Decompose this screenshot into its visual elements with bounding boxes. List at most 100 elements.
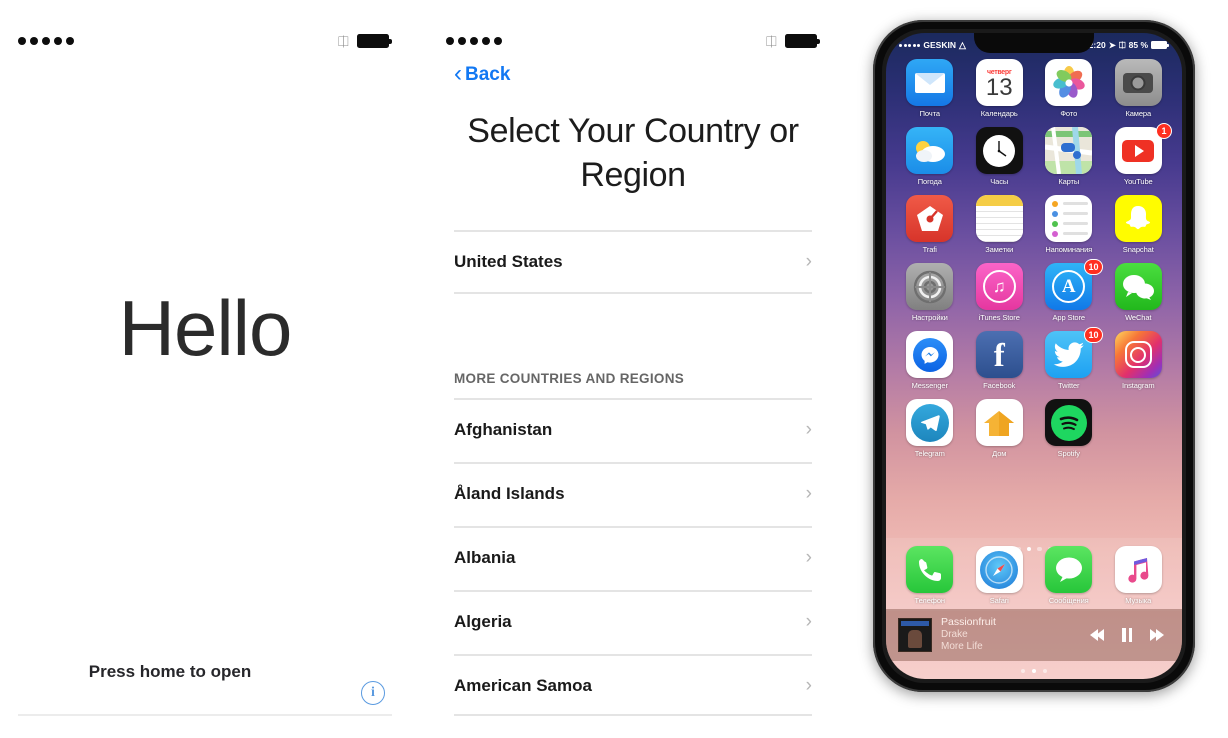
app-label: Телефон [914,596,946,605]
hello-status-bar: ⎅ [0,30,410,52]
app-icon-twitter[interactable]: 10 Twitter [1039,327,1103,390]
badge-count: 1 [1156,123,1172,139]
maps-icon [1045,127,1093,174]
battery-full-icon [785,34,820,48]
track-title: Passionfruit [941,616,996,629]
app-icon-instagram[interactable]: Instagram [1109,331,1169,390]
app-icon-weather[interactable]: Погода [900,127,960,186]
track-artist: Drake [941,629,968,641]
app-slot-empty [1109,399,1169,458]
country-name: United States [454,252,563,271]
app-label: Сообщения [1048,596,1089,605]
country-name: American Samoa [454,676,592,695]
app-icon-spotify[interactable]: Spotify [1039,399,1099,458]
iphone-device-mockup: GESKIN △ 12:20 ➤ ⎅ 85 % Почта четверг 13… [873,20,1195,692]
dock-icon-phone[interactable]: Телефон [900,546,960,605]
app-label: YouTube [1123,177,1153,186]
app-icon-notes[interactable]: Заметки [970,195,1030,254]
hello-screen-panel: ⎅ Hello Press home to open i [0,0,410,738]
music-now-playing-widget: Passionfruit Drake More Life [886,609,1182,661]
divider [454,714,812,716]
home-screen-app-grid: Почта четверг 13 Календарь Фото Камера П… [886,59,1182,458]
fast-forward-icon[interactable] [1150,629,1164,641]
app-icon-telegram[interactable]: Telegram [900,399,960,458]
country-row[interactable]: American Samoa › [454,655,812,717]
app-label: Дом [992,449,1007,458]
track-info: Passionfruit Drake More Life [941,616,996,653]
app-icon-camera[interactable]: Камера [1109,59,1169,118]
app-icon-snapchat[interactable]: Snapchat [1109,195,1169,254]
battery-percent-label: 85 % [1128,40,1148,50]
phone-notch [974,33,1094,53]
camera-icon [1114,59,1162,106]
badge-count: 10 [1084,259,1103,275]
app-label: Часы [990,177,1009,186]
app-label: Камера [1125,109,1152,118]
app-icon-facebook[interactable]: f Facebook [970,331,1030,390]
country-row[interactable]: Algeria › [454,591,812,653]
carrier-label: GESKIN [923,40,956,50]
section-header-more-countries: MORE COUNTRIES AND REGIONS [454,371,685,386]
app-icon-wechat[interactable]: WeChat [1109,263,1169,322]
phone-bezel: GESKIN △ 12:20 ➤ ⎅ 85 % Почта четверг 13… [882,29,1186,683]
back-button[interactable]: ‹ Back [454,60,511,88]
signal-dots-icon [18,37,74,45]
app-icon-settings[interactable]: Настройки [900,263,960,322]
app-icon-calendar[interactable]: четверг 13 Календарь [970,59,1030,118]
settings-icon [906,263,954,310]
signal-dots-icon [446,37,502,45]
chevron-left-icon: ‹ [454,60,462,88]
app-label: Заметки [985,245,1014,254]
app-label: Trafi [922,245,937,254]
app-label: Музыка [1125,596,1152,605]
app-label: Фото [1060,109,1078,118]
weather-icon [906,127,954,174]
app-icon-reminders[interactable]: Напоминания [1039,195,1099,254]
status-right-group: ⎅ [338,34,392,48]
dock-icon-safari[interactable]: Safari [970,546,1030,605]
home-dock: Телефон Safari Сообщения Музыка [886,538,1182,611]
app-icon-messenger[interactable]: Messenger [900,331,960,390]
app-icon-home[interactable]: Дом [970,399,1030,458]
app-icon-clock[interactable]: Часы [970,127,1030,186]
app-label: Карты [1058,177,1080,186]
app-label: Safari [989,596,1009,605]
app-icon-trafi[interactable]: Trafi [900,195,960,254]
back-button-label: Back [465,64,511,85]
chevron-right-icon: › [805,611,812,632]
dock-icon-music[interactable]: Музыка [1109,546,1169,605]
country-row[interactable]: Albania › [454,527,812,589]
trafi-icon [906,195,954,242]
app-icon-youtube[interactable]: 1 YouTube [1109,123,1172,186]
widget-page-indicator[interactable] [886,669,1182,673]
app-icon-photos[interactable]: Фото [1039,59,1099,118]
country-status-bar: ⎅ [428,30,838,52]
app-icon-maps[interactable]: Карты [1039,127,1099,186]
country-row[interactable]: Åland Islands › [454,463,812,525]
country-row-united-states[interactable]: United States › [454,231,812,293]
country-name: Afghanistan [454,420,553,439]
music-controls [1090,628,1170,642]
country-name: Åland Islands [454,484,565,503]
messenger-icon [906,331,954,378]
app-icon-itunes-store[interactable]: ♫ iTunes Store [970,263,1030,322]
app-icon-mail[interactable]: Почта [900,59,960,118]
screenshot-root: ⎅ Hello Press home to open i ⎅ ‹ Back Se… [0,0,1228,738]
app-icon-app-store[interactable]: A 10 App Store [1039,259,1103,322]
country-name: Algeria [454,612,512,631]
calendar-date: 13 [985,73,1013,101]
info-icon[interactable]: i [361,681,385,705]
rewind-icon[interactable] [1090,629,1104,641]
facebook-icon: f [975,331,1023,378]
status-right-group: ⎅ [766,34,820,48]
country-select-panel: ⎅ ‹ Back Select Your Country or Region U… [428,0,838,738]
pause-icon[interactable] [1122,628,1132,642]
chevron-right-icon: › [805,547,812,568]
spotify-icon [1045,399,1093,446]
status-left-group: GESKIN △ [899,40,966,51]
divider [454,292,812,294]
app-label: Telegram [914,449,945,458]
country-row[interactable]: Afghanistan › [454,399,812,461]
app-label: Spotify [1057,449,1080,458]
dock-icon-messages[interactable]: Сообщения [1039,546,1099,605]
